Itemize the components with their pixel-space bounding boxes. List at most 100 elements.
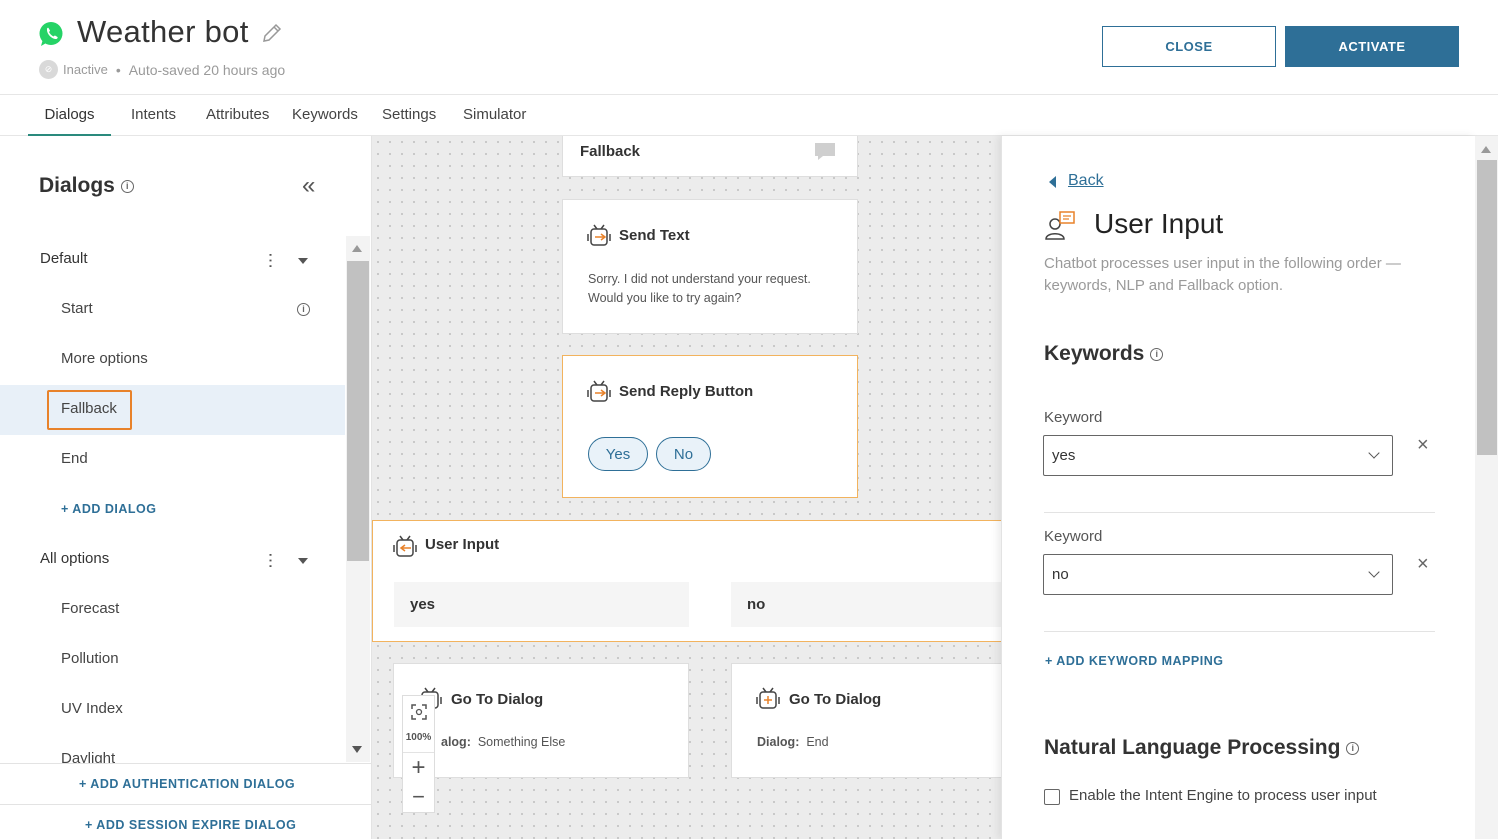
dialog-value: Something Else [477, 735, 566, 749]
dialog-value: End [806, 735, 829, 749]
send-reply-button-card[interactable]: Send Reply Button Yes No [562, 355, 858, 498]
status-separator: • [115, 61, 121, 78]
caret-down-icon[interactable] [298, 558, 308, 564]
keyword-select-1[interactable]: yes [1043, 435, 1393, 476]
reply-button-yes[interactable]: Yes [588, 437, 648, 471]
bot-icon [756, 687, 780, 709]
keyword-label-2: Keyword [1044, 528, 1103, 545]
reply-button-no[interactable]: No [656, 437, 711, 471]
top-bar: Weather bot ⊘ Inactive • Auto-saved 20 h… [0, 0, 1498, 95]
sidebar-item-end[interactable]: End [61, 450, 88, 467]
keyword-select-value: no [1052, 566, 1069, 583]
keyword-select-value: yes [1052, 447, 1076, 464]
sidebar-item-fallback[interactable]: Fallback [61, 400, 117, 417]
tab-keywords[interactable]: Keywords [292, 95, 358, 136]
sidebar-footer-auth: + ADD AUTHENTICATION DIALOG [0, 763, 372, 804]
scroll-up-arrow-icon[interactable] [1481, 146, 1491, 153]
enable-intent-engine-label[interactable]: Enable the Intent Engine to process user… [1069, 787, 1377, 804]
user-input-panel: Back User Input Chatbot processes user i… [1001, 136, 1475, 839]
zoom-out-button[interactable]: − [403, 784, 434, 810]
whatsapp-icon [39, 22, 63, 46]
remove-keyword-icon[interactable]: × [1417, 435, 1429, 455]
bot-icon [587, 224, 611, 246]
remove-keyword-icon[interactable]: × [1417, 554, 1429, 574]
go-to-dialog-card-1[interactable]: Go To Dialog alog: Something Else [393, 663, 689, 778]
tab-settings[interactable]: Settings [382, 95, 436, 136]
send-text-line-2: Would you like to try again? [588, 291, 742, 305]
nlp-section-title: Natural Language Processing i [1044, 736, 1360, 760]
keyword-label-1: Keyword [1044, 409, 1103, 426]
add-keyword-mapping-link[interactable]: + ADD KEYWORD MAPPING [1045, 654, 1223, 668]
send-text-line-1: Sorry. I did not understand your request… [588, 272, 811, 286]
scroll-up-arrow-icon[interactable] [352, 245, 362, 252]
kebab-menu-icon[interactable]: ⋯ [261, 552, 280, 569]
activate-button[interactable]: ACTIVATE [1285, 26, 1459, 67]
sidebar-item-start[interactable]: Start [61, 300, 93, 317]
status-dot-icon: ⊘ [39, 60, 58, 79]
info-icon[interactable]: i [1150, 347, 1164, 361]
keywords-heading: Keywords [1044, 342, 1145, 365]
sidebar-item-daylight[interactable]: Daylight [61, 750, 115, 763]
chevron-down-icon [1368, 566, 1380, 578]
sidebar-item-uv-index[interactable]: UV Index [61, 700, 123, 717]
tab-attributes[interactable]: Attributes [206, 95, 269, 136]
dialog-label: alog: [441, 735, 471, 749]
panel-description: Chatbot processes user input in the foll… [1044, 255, 1401, 294]
user-input-bot-icon [393, 535, 417, 557]
panel-title: User Input [1094, 208, 1224, 239]
kebab-menu-icon[interactable]: ⋯ [261, 252, 280, 269]
collapse-sidebar-icon[interactable]: « [302, 174, 315, 198]
group-default[interactable]: Default [40, 250, 88, 267]
sidebar-scrollbar-thumb[interactable] [347, 261, 369, 561]
status-text: Inactive [63, 62, 108, 77]
chat-bubble-icon [815, 143, 835, 160]
caret-down-icon[interactable] [298, 258, 308, 264]
back-link[interactable]: Back [1068, 172, 1104, 190]
add-authentication-dialog-link[interactable]: + ADD AUTHENTICATION DIALOG [79, 777, 295, 791]
go-to-dialog-card-2[interactable]: Go To Dialog Dialog: End [731, 663, 1002, 778]
user-input-icon [1045, 211, 1075, 240]
dialog-label: Dialog: [757, 735, 800, 749]
bot-title: Weather bot [77, 14, 249, 49]
back-arrow-icon[interactable] [1049, 176, 1056, 188]
fit-to-screen-icon[interactable] [411, 704, 427, 720]
status-row: ⊘ Inactive • Auto-saved 20 hours ago [39, 60, 285, 79]
zoom-in-button[interactable]: + [403, 754, 434, 782]
add-dialog-link[interactable]: + ADD DIALOG [61, 502, 156, 516]
info-icon[interactable]: i [120, 179, 134, 193]
keywords-section-title: Keywords i [1044, 342, 1164, 366]
enable-intent-engine-checkbox[interactable] [1044, 789, 1060, 805]
panel-scrollbar-thumb[interactable] [1477, 160, 1497, 455]
keyword-branch-yes[interactable]: yes [394, 582, 689, 627]
send-text-card[interactable]: Send Text Sorry. I did not understand yo… [562, 199, 858, 334]
group-all-options[interactable]: All options [40, 550, 109, 567]
info-icon[interactable]: i [1346, 741, 1360, 755]
info-icon[interactable]: i [297, 303, 310, 316]
tab-dialogs[interactable]: Dialogs [28, 95, 111, 136]
tab-bar: Dialogs Intents Attributes Keywords Sett… [0, 95, 1498, 136]
card-title: Fallback [580, 143, 641, 160]
fallback-card[interactable]: Fallback [562, 136, 858, 177]
card-title: Send Text [619, 227, 690, 244]
zoom-controls: 100% + − [402, 695, 435, 813]
tab-intents[interactable]: Intents [131, 95, 176, 136]
sidebar-item-more-options[interactable]: More options [61, 350, 148, 367]
nlp-heading: Natural Language Processing [1044, 736, 1341, 759]
divider [1044, 512, 1435, 513]
sidebar-footer-session: + ADD SESSION EXPIRE DIALOG [0, 804, 372, 839]
scroll-down-arrow-icon[interactable] [352, 746, 362, 753]
keyword-select-2[interactable]: no [1043, 554, 1393, 595]
flow-canvas[interactable]: Fallback Send Text Sorry. I did not unde… [372, 136, 1002, 839]
sidebar-item-forecast[interactable]: Forecast [61, 600, 119, 617]
edit-pencil-icon[interactable] [261, 22, 283, 44]
card-title: Send Reply Button [619, 383, 754, 400]
sidebar-item-pollution[interactable]: Pollution [61, 650, 119, 667]
keyword-branch-no[interactable]: no [731, 582, 1002, 627]
user-input-card[interactable]: User Input yes no [372, 520, 1002, 642]
close-button[interactable]: CLOSE [1102, 26, 1276, 67]
add-session-expire-dialog-link[interactable]: + ADD SESSION EXPIRE DIALOG [85, 818, 296, 832]
tab-simulator[interactable]: Simulator [463, 95, 526, 136]
card-title: User Input [425, 536, 500, 553]
bot-icon [587, 380, 611, 402]
go-to-dialog-detail: Dialog: End [757, 733, 829, 752]
